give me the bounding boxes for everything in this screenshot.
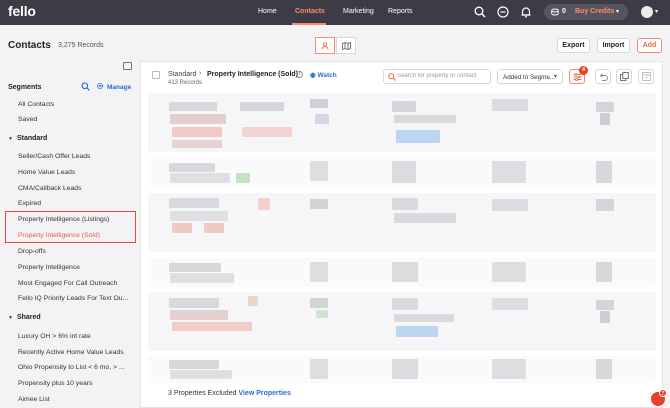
segment-fello-iq-priority[interactable]: Fello IQ Priority Leads For Text Ou... — [18, 295, 128, 302]
table-row[interactable] — [148, 193, 656, 252]
breadcrumb-separator: › — [199, 70, 202, 77]
import-button[interactable]: Import — [597, 38, 630, 53]
search-icon[interactable] — [81, 82, 90, 91]
excluded-text: 3 Properties Excluded — [168, 390, 237, 397]
map-view-toggle[interactable] — [336, 37, 356, 54]
segment-home-value-leads[interactable]: Home Value Leads — [18, 169, 75, 176]
avatar[interactable] — [641, 6, 653, 18]
info-icon[interactable]: i — [296, 71, 303, 78]
record-count: 3,275 Records — [58, 42, 104, 49]
chat-icon[interactable] — [497, 6, 509, 18]
breadcrumb-current: Property Intelligence (Sold) — [207, 71, 299, 78]
search-icon — [388, 73, 396, 81]
table-row[interactable] — [148, 292, 656, 351]
segment-seller-cash-offer-leads[interactable]: Seller/Cash Offer Leads — [18, 153, 90, 160]
export-button[interactable]: Export — [557, 38, 590, 53]
fello-logo[interactable]: fello — [8, 3, 36, 19]
undo-button[interactable] — [595, 69, 611, 84]
select-all-checkbox[interactable] — [152, 71, 160, 79]
copy-icon — [619, 72, 629, 81]
manage-segments-button[interactable]: Manage — [96, 82, 131, 91]
segment-ohio-propensity[interactable]: Ohio Propensity to List < 6 mo, > ... — [18, 364, 125, 371]
buy-credits-label[interactable]: Buy Credits — [575, 8, 614, 15]
nav-active-indicator — [292, 23, 326, 25]
table-row[interactable] — [148, 258, 656, 287]
group-standard-label: Standard — [16, 135, 48, 142]
segment-property-intelligence[interactable]: Property Intelligence — [18, 264, 80, 271]
segment-saved[interactable]: Saved — [18, 116, 37, 123]
segment-all-contacts[interactable]: All Contacts — [18, 101, 54, 108]
page-title: Contacts — [8, 40, 51, 51]
archive-icon — [641, 72, 651, 81]
segment-most-engaged[interactable]: Most Engaged For Call Outreach — [18, 280, 117, 287]
add-button[interactable]: Add — [637, 38, 662, 53]
nav-marketing[interactable]: Marketing — [343, 8, 374, 15]
segment-aimee-list[interactable]: Aimee List — [18, 396, 50, 403]
bell-icon[interactable] — [520, 6, 532, 18]
segment-status-select[interactable]: Added to Segme... ▾ — [497, 69, 563, 84]
top-navigation-bar: fello Home Contacts Marketing Reports 0 … — [0, 0, 670, 25]
watch-button[interactable]: ◉ Watch — [310, 71, 337, 79]
table-row[interactable] — [148, 356, 656, 383]
group-shared-label: Shared — [16, 314, 41, 321]
segment-propensity-plus-10[interactable]: Propensity plus 10 years — [18, 380, 92, 387]
search-icon[interactable] — [474, 6, 486, 18]
chevron-down-icon: ▾ — [616, 9, 620, 15]
group-standard[interactable]: ▼ Standard — [8, 135, 47, 142]
map-icon — [341, 41, 351, 50]
highlight-annotation — [5, 211, 136, 243]
segments-heading: Segments — [8, 84, 42, 91]
segment-status-value: Added to Segme... — [503, 74, 556, 81]
nav-home[interactable]: Home — [258, 8, 277, 15]
watch-label: Watch — [317, 72, 337, 79]
property-search-input[interactable] — [397, 73, 487, 79]
nav-contacts[interactable]: Contacts — [295, 8, 325, 15]
archive-button[interactable] — [638, 69, 654, 84]
excluded-footer: 3 Properties Excluded View Properties — [168, 390, 291, 397]
view-properties-link[interactable]: View Properties — [238, 390, 290, 397]
credits-count: 0 — [562, 8, 566, 15]
group-shared[interactable]: ▼ Shared — [8, 314, 41, 321]
nav-reports[interactable]: Reports — [388, 8, 413, 15]
credits-pill[interactable]: 0 Buy Credits ▾ — [544, 4, 628, 20]
chevron-down-icon: ▾ — [553, 74, 557, 80]
breadcrumb-standard[interactable]: Standard — [168, 71, 196, 78]
properties-count: 413 Records — [168, 80, 203, 86]
filter-count-badge: 4 — [579, 66, 588, 75]
segment-luxury-oh[interactable]: Luxury OH > 6% int rate — [18, 333, 91, 340]
gear-icon — [96, 82, 104, 90]
segment-recently-active[interactable]: Recently Active Home Value Leads — [18, 349, 124, 356]
table-row[interactable] — [148, 93, 656, 152]
help-notification-badge: 7 — [659, 389, 667, 397]
coins-icon — [551, 8, 559, 16]
list-view-toggle[interactable] — [315, 37, 335, 54]
property-search-box[interactable] — [383, 69, 491, 84]
person-icon — [321, 41, 329, 50]
undo-icon — [599, 72, 608, 81]
segment-expired[interactable]: Expired — [18, 200, 41, 207]
chevron-down-icon[interactable]: ▾ — [655, 8, 658, 15]
chevron-down-icon: ▼ — [8, 315, 13, 321]
segment-cma-callback-leads[interactable]: CMA/Callback Leads — [18, 185, 81, 192]
copy-button[interactable] — [616, 69, 632, 84]
segment-drop-offs[interactable]: Drop-offs — [18, 248, 46, 255]
table-row[interactable] — [148, 157, 656, 187]
chevron-down-icon: ▼ — [8, 136, 13, 142]
manage-label: Manage — [107, 84, 132, 91]
collapse-sidebar-icon[interactable] — [123, 62, 132, 70]
